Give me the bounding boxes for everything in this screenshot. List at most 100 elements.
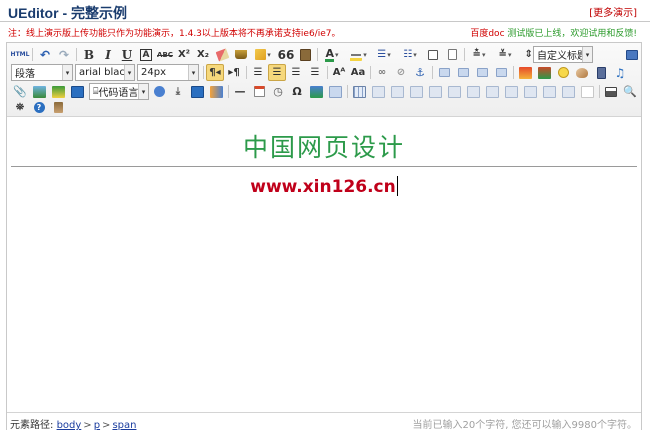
insert-video-button[interactable] [592,64,610,81]
background-color-button[interactable]: ▾ [346,46,370,63]
page-break-button[interactable]: ⤓ [169,83,187,100]
justify-center-button[interactable]: ☰ [268,64,286,81]
insert-date-button[interactable] [250,83,268,100]
wordimage-button[interactable] [307,83,325,100]
delete-col-button[interactable] [464,83,482,100]
gmap-button[interactable] [49,83,67,100]
scrawl-button[interactable] [573,64,591,81]
bold-button[interactable]: B [80,46,98,63]
justify-right-button[interactable]: ☰ [287,64,305,81]
split-to-cols-button[interactable] [578,83,596,100]
clear-doc-button[interactable] [443,46,461,63]
blockquote-button[interactable]: 66 [277,46,295,63]
search-replace-button[interactable]: ⛯ [11,99,29,116]
image-left-button[interactable] [454,64,472,81]
music-button[interactable]: ♫ [611,64,629,81]
background-button[interactable] [188,83,206,100]
toolbar: HTML ↶ ↷ B I U A ABC X² X₂ ▾ 66 A ▾ ▾ ☰ ▾ … [7,43,641,117]
content-url-text[interactable]: www.xin126.cn [250,177,396,197]
more-demos-link[interactable]: [更多演示] [589,4,637,19]
map-button[interactable] [30,83,48,100]
strikethrough-button[interactable]: ABC [156,46,174,63]
image-none-button[interactable] [435,64,453,81]
format-match-button[interactable] [232,46,250,63]
to-uppercase-button[interactable]: Aᴬ [330,64,348,81]
path-item-span[interactable]: span [112,420,136,431]
remove-format-button[interactable] [213,46,231,63]
notice-doc-link[interactable]: 百度doc 测试版已上线，欢迎试用和反馈! [470,26,637,39]
paragraph-format-select[interactable]: 段落 ▾ [11,64,73,81]
undo-button[interactable]: ↶ [36,46,54,63]
justify-full-button[interactable]: ☰ [306,64,324,81]
template-button[interactable] [207,83,225,100]
row-spacing-bottom-button[interactable]: ≚ ▾ [493,46,517,63]
justify-left-button[interactable]: ☰ [249,64,267,81]
merge-down-button[interactable] [521,83,539,100]
split-to-rows-button[interactable] [559,83,577,100]
font-family-select[interactable]: arial black ▾ [75,64,135,81]
toolbar-separator [327,66,328,79]
paste-plain-button[interactable] [296,46,314,63]
picture-icon [537,66,551,79]
fullscreen-button[interactable] [623,46,641,63]
ordered-list-button[interactable]: ☰ ▾ [372,46,396,63]
to-lowercase-button[interactable]: Aa [349,64,367,81]
font-border-button[interactable]: A [137,46,155,63]
insert-col-button[interactable] [445,83,463,100]
horizontal-rule-button[interactable]: — [231,83,249,100]
font-size-select[interactable]: 24px ▾ [137,64,199,81]
insert-row-button[interactable] [407,83,425,100]
help-button[interactable]: ? [30,99,48,116]
print-button[interactable] [602,83,620,100]
insert-image-button[interactable] [535,64,553,81]
preview-button[interactable]: 🔍 [621,83,639,100]
align-right-icon: ☰ [291,67,301,78]
italic-button[interactable]: I [99,46,117,63]
toolbar-separator [317,48,318,61]
special-chars-button[interactable]: Ω [288,83,306,100]
redo-button[interactable]: ↷ [55,46,73,63]
chevron-down-icon: ▾ [62,65,72,80]
insert-time-button[interactable]: ◷ [269,83,287,100]
superscript-button[interactable]: X² [175,46,193,63]
emotion-button[interactable] [554,64,572,81]
simple-upload-button[interactable] [516,64,534,81]
split-to-cells-button[interactable] [540,83,558,100]
insert-row-icon [409,85,423,98]
anchor-button[interactable]: ⚓ [411,64,429,81]
web-app-button[interactable] [150,83,168,100]
content-url-paragraph[interactable]: www.xin126.cn [7,176,641,197]
direction-ltr-button[interactable]: ¶◂ [206,64,224,81]
select-all-button[interactable] [424,46,442,63]
row-spacing-top-button[interactable]: ≛ ▾ [467,46,491,63]
delete-table-button[interactable] [369,83,387,100]
insert-paragraph-before-table-button[interactable] [388,83,406,100]
direction-rtl-button[interactable]: ▸¶ [225,64,243,81]
merge-right-button[interactable] [502,83,520,100]
unlink-button[interactable]: ⊘ [392,64,410,81]
underline-button[interactable]: U [118,46,136,63]
delete-row-button[interactable] [426,83,444,100]
insert-frame-button[interactable] [68,83,86,100]
notice-brand[interactable]: 百度doc [470,29,504,39]
merge-cells-button[interactable] [483,83,501,100]
image-right-button[interactable] [473,64,491,81]
path-item-body[interactable]: body [57,420,82,431]
source-html-button[interactable]: HTML [11,46,30,63]
editor-content[interactable]: 中国网页设计 www.xin126.cn [7,118,641,412]
attachment-button[interactable]: 📎 [11,83,29,100]
custom-title-select[interactable]: 自定义标题 ▾ [533,46,593,63]
path-item-p[interactable]: p [94,420,100,431]
auto-typeset-button[interactable]: ▾ [251,46,275,63]
insert-table-button[interactable] [350,83,368,100]
font-color-button[interactable]: A ▾ [320,46,344,63]
snapscreen-button[interactable] [326,83,344,100]
drafts-button[interactable] [49,99,67,116]
code-language-select[interactable]: ⌸ 代码语言 ▾ [89,83,149,100]
image-center-button[interactable] [492,64,510,81]
content-heading[interactable]: 中国网页设计 [7,128,641,164]
link-button[interactable]: ∞ [373,64,391,81]
redo-icon: ↷ [58,47,70,62]
unordered-list-button[interactable]: ☷ ▾ [398,46,422,63]
subscript-button[interactable]: X₂ [194,46,212,63]
